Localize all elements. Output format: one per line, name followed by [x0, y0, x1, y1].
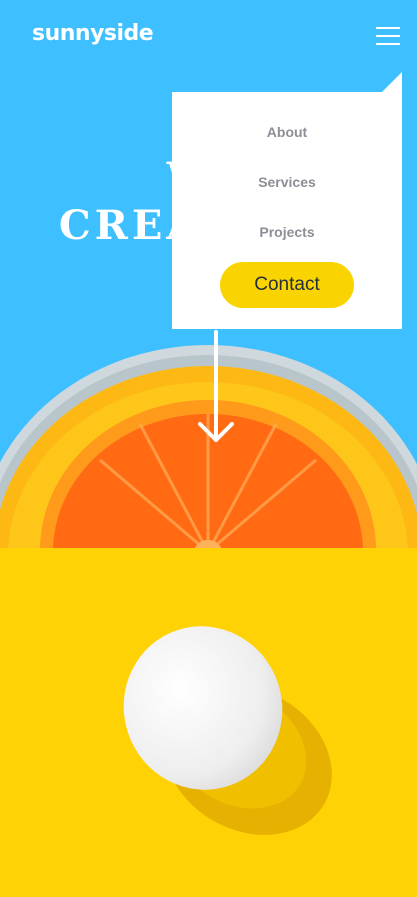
logo[interactable]: sunnyside [32, 21, 154, 46]
egg-image [0, 548, 417, 897]
nav-item-projects[interactable]: Projects [172, 224, 402, 240]
arrow-down-icon[interactable] [196, 330, 236, 446]
nav-menu: About Services Projects Contact [172, 92, 402, 329]
menu-pointer [382, 72, 402, 92]
nav-item-services[interactable]: Services [172, 174, 402, 190]
contact-button[interactable]: Contact [220, 262, 354, 308]
egg-section [0, 548, 417, 897]
site-header: sunnyside [0, 0, 417, 72]
nav-item-about[interactable]: About [172, 124, 402, 140]
hamburger-menu-icon[interactable] [376, 27, 400, 45]
